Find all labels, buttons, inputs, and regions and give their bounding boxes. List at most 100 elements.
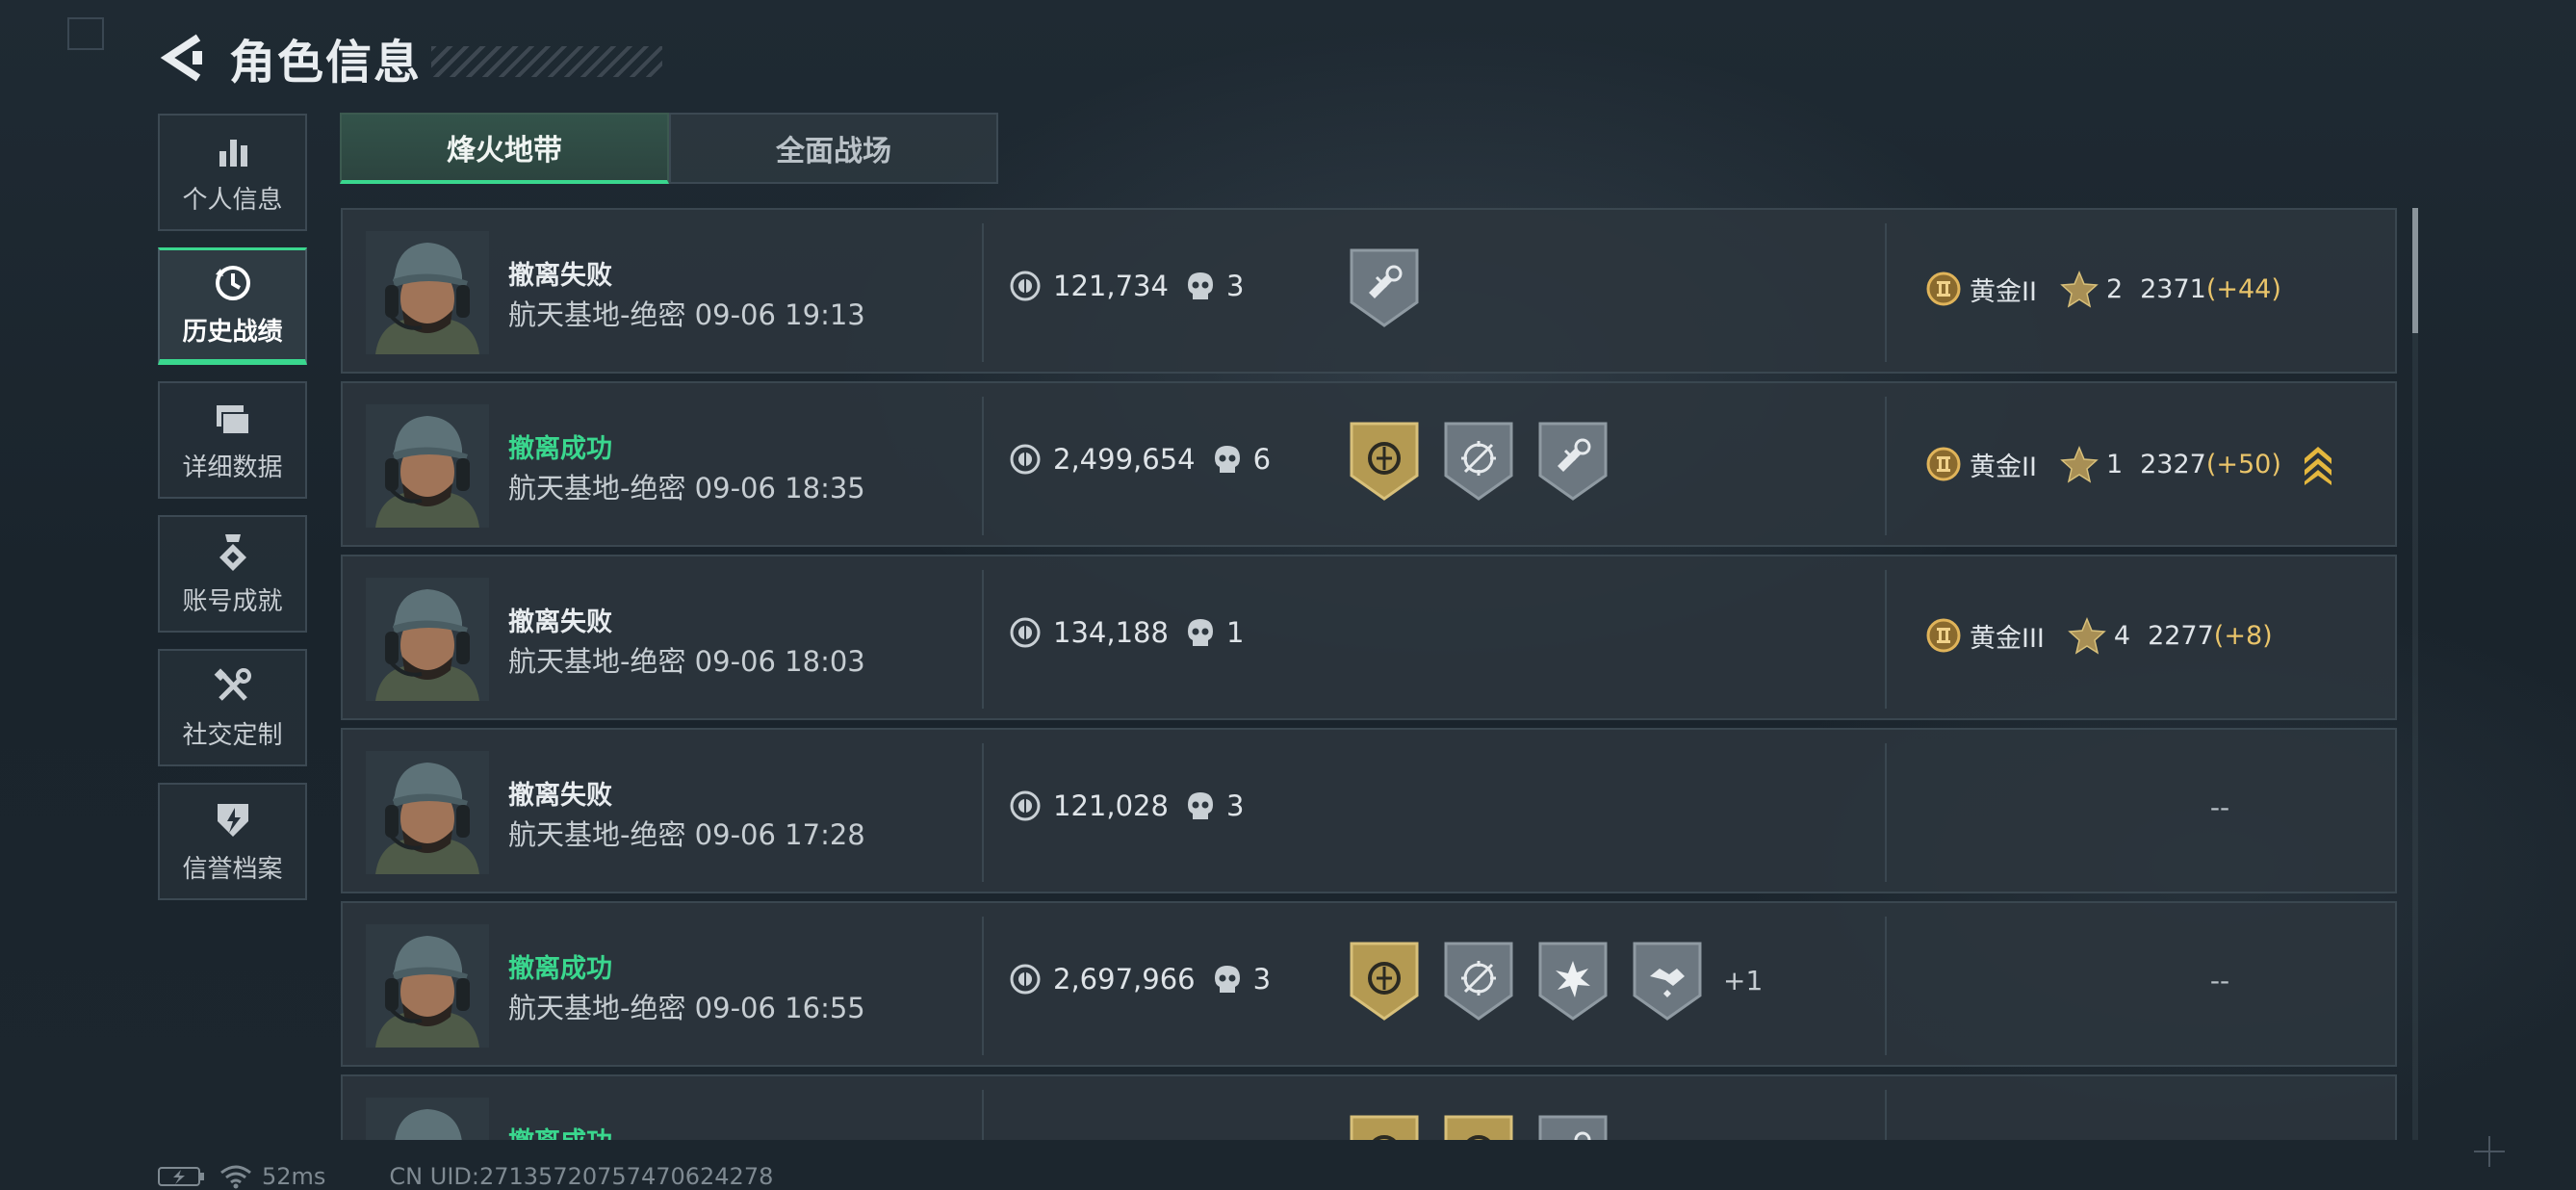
tab-0[interactable]: 烽火地带 bbox=[340, 113, 669, 184]
rank-name: 黄金III bbox=[1970, 623, 2045, 654]
gold-coin-badge-icon[interactable] bbox=[1348, 938, 1421, 1022]
rank-info: 黄金III 4 2277 (+8) bbox=[1925, 616, 2273, 655]
gold-coin-badge-icon[interactable] bbox=[1442, 1111, 1515, 1140]
extraction-result: 撤离失败 bbox=[508, 261, 612, 291]
extraction-result: 撤离成功 bbox=[508, 954, 612, 984]
loot-value: 121,734 3 bbox=[1009, 270, 1244, 302]
corner-frame bbox=[67, 17, 104, 50]
back-arrow-icon[interactable] bbox=[160, 33, 206, 83]
page-title: 角色信息 bbox=[229, 36, 423, 90]
divider bbox=[982, 743, 984, 882]
divider bbox=[982, 1090, 984, 1140]
kill-count: 3 bbox=[1225, 270, 1245, 302]
badge-list: +1 bbox=[1348, 938, 1763, 1022]
divider bbox=[1885, 570, 1887, 709]
kills-skull-icon bbox=[1187, 792, 1213, 819]
scrollbar-thumb[interactable] bbox=[2412, 208, 2418, 333]
rank-stars: 4 bbox=[2113, 620, 2131, 651]
sidebar-item-3[interactable]: 账号成就 bbox=[158, 515, 307, 633]
kills-skull-icon bbox=[1187, 272, 1213, 299]
more-badges-count[interactable]: +1 bbox=[1723, 965, 1763, 996]
target-badge-icon[interactable] bbox=[1442, 938, 1515, 1022]
loot-value: 134,188 1 bbox=[1009, 616, 1244, 649]
match-record-row[interactable]: 撤离失败 航天基地-绝密 09-06 17:28 121,028 3 -- bbox=[341, 728, 2397, 893]
folder-icon bbox=[212, 398, 254, 440]
rank-gold-icon bbox=[1926, 447, 1961, 481]
match-history-list[interactable]: 撤离失败 航天基地-绝密 09-06 19:13 121,734 3 黄金II 2 2371… bbox=[341, 208, 2399, 1140]
rank-gold-icon bbox=[1926, 272, 1961, 306]
loot-value: 121,028 3 bbox=[1009, 789, 1244, 822]
loot-value-text: 121,028 bbox=[1053, 789, 1169, 822]
rank-score-delta: (+44) bbox=[2205, 273, 2281, 304]
gear-badge-icon[interactable] bbox=[1348, 245, 1421, 329]
loot-value-text: 121,734 bbox=[1053, 270, 1169, 302]
rank-name: 黄金II bbox=[1970, 452, 2037, 482]
rank-gold-icon bbox=[1926, 618, 1961, 653]
map-and-time: 航天基地-绝密 09-06 18:35 bbox=[508, 472, 865, 504]
sidebar-item-label: 社交定制 bbox=[182, 720, 283, 750]
shield-icon bbox=[212, 799, 254, 841]
operator-avatar bbox=[366, 578, 489, 701]
rank-up-icon bbox=[2304, 447, 2331, 485]
kill-count: 3 bbox=[1252, 963, 1272, 996]
currency-icon bbox=[1010, 617, 1041, 648]
match-record-row[interactable]: 撤离成功 航天基地-绝密 09-06 16:55 2,697,966 3 +1 -- bbox=[341, 901, 2397, 1067]
kill-count: 6 bbox=[1252, 443, 1272, 476]
currency-icon bbox=[1010, 790, 1041, 821]
rank-empty: -- bbox=[2209, 965, 2230, 996]
currency-icon bbox=[1010, 964, 1041, 995]
rank-stars: 2 bbox=[2105, 273, 2124, 304]
scrollbar[interactable] bbox=[2412, 208, 2418, 1140]
kills-skull-icon bbox=[1214, 446, 1240, 473]
sidebar-item-label: 历史战绩 bbox=[182, 318, 283, 347]
target-badge-icon[interactable] bbox=[1442, 418, 1515, 503]
plus-icon bbox=[2474, 1136, 2505, 1167]
sidebar-item-2[interactable]: 详细数据 bbox=[158, 381, 307, 499]
bar-chart-icon bbox=[212, 130, 254, 172]
sidebar-item-4[interactable]: 社交定制 bbox=[158, 649, 307, 766]
tab-1[interactable]: 全面战场 bbox=[669, 113, 998, 184]
badge-list bbox=[1348, 245, 1442, 329]
handshake-badge-icon[interactable] bbox=[1631, 938, 1704, 1022]
sidebar-item-label: 详细数据 bbox=[182, 453, 283, 482]
sidebar-item-1[interactable]: 历史战绩 bbox=[158, 247, 307, 365]
rank-score: 2371 bbox=[2140, 273, 2206, 304]
medal-icon bbox=[212, 531, 254, 574]
divider bbox=[982, 223, 984, 362]
divider bbox=[982, 570, 984, 709]
loot-value: 2,697,966 3 bbox=[1009, 963, 1271, 996]
divider bbox=[1885, 223, 1887, 362]
operator-avatar bbox=[366, 751, 489, 874]
gear-badge-icon[interactable] bbox=[1536, 1111, 1610, 1140]
map-and-time: 航天基地-绝密 09-06 18:03 bbox=[508, 645, 865, 678]
match-record-row[interactable]: 撤离失败 航天基地-绝密 09-06 18:03 134,188 1 黄金III 4 227… bbox=[341, 555, 2397, 720]
gear-badge-icon[interactable] bbox=[1536, 418, 1610, 503]
loot-value-text: 2,499,654 bbox=[1053, 443, 1196, 476]
match-record-row[interactable]: 撤离成功 航天基地-绝密 09-06 18:35 2,499,654 6 黄金II 1 23… bbox=[341, 381, 2397, 547]
rank-score-delta: (+8) bbox=[2213, 620, 2273, 651]
rank-name: 黄金II bbox=[1970, 276, 2037, 307]
gold-coin-badge-icon[interactable] bbox=[1348, 418, 1421, 503]
operator-avatar bbox=[366, 1098, 489, 1140]
kills-skull-icon bbox=[1187, 619, 1213, 646]
sidebar-item-5[interactable]: 信誉档案 bbox=[158, 783, 307, 900]
gold-coin-badge-icon[interactable] bbox=[1348, 1111, 1421, 1140]
rank-stars: 1 bbox=[2105, 449, 2124, 479]
operator-avatar bbox=[366, 924, 489, 1048]
divider bbox=[982, 397, 984, 535]
rank-info: 黄金II 2 2371 (+44) bbox=[1925, 270, 2281, 308]
clock-history-icon bbox=[212, 262, 254, 304]
divider bbox=[1885, 743, 1887, 882]
match-record-row[interactable]: 撤离失败航天基地-绝密 09-06 19:13 121,734 3 黄金II 2 2371… bbox=[341, 208, 2397, 374]
rank-score: 2327 bbox=[2140, 449, 2206, 479]
divider bbox=[1885, 917, 1887, 1055]
rank-empty: -- bbox=[2209, 791, 2230, 823]
divider bbox=[1885, 1090, 1887, 1140]
match-record-row[interactable]: 撤离成功 bbox=[341, 1074, 2397, 1140]
kill-count: 3 bbox=[1225, 789, 1245, 822]
explosion-badge-icon[interactable] bbox=[1536, 938, 1610, 1022]
wifi-icon bbox=[220, 1165, 251, 1189]
extraction-result: 撤离失败 bbox=[508, 608, 612, 637]
sidebar-item-0[interactable]: 个人信息 bbox=[158, 114, 307, 231]
map-and-time: 航天基地-绝密 09-06 19:13 bbox=[508, 298, 865, 331]
